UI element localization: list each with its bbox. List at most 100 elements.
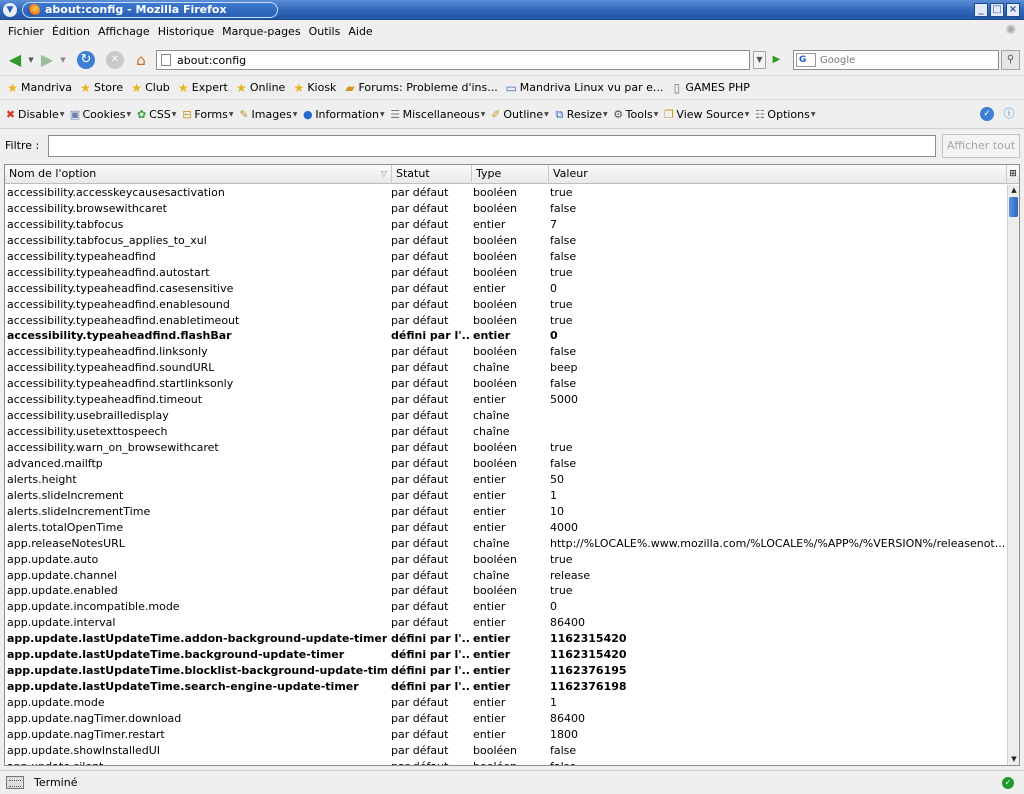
column-header-status[interactable]: Statut xyxy=(392,165,472,184)
url-history-dropdown-icon[interactable]: ▼ xyxy=(753,51,766,69)
table-row[interactable]: accessibility.typeaheadfind.soundURL par … xyxy=(5,360,1006,376)
table-row[interactable]: app.update.enabled par défaut booléen true xyxy=(5,583,1006,599)
table-row[interactable]: accessibility.typeaheadfind.enabletimeou… xyxy=(5,313,1006,329)
dev-information-menu[interactable]: ● Information ▼ xyxy=(301,108,385,121)
show-all-button[interactable]: Afficher tout xyxy=(942,134,1020,158)
table-row[interactable]: app.update.channel par défaut chaîne releas… xyxy=(5,568,1006,584)
dev-cookies-menu[interactable]: ▣ Cookies ▼ xyxy=(68,108,131,121)
table-row[interactable]: accessibility.typeaheadfind par défaut boo… xyxy=(5,249,1006,265)
table-row[interactable]: app.update.incompatible.mode par défaut en… xyxy=(5,599,1006,615)
table-row[interactable]: alerts.slideIncrement par défaut entier 1 xyxy=(5,488,1006,504)
dev-options-menu[interactable]: ☷ Options ▼ xyxy=(753,108,816,121)
column-picker-icon[interactable]: ⊞ xyxy=(1006,165,1019,184)
dev-miscellaneous-menu[interactable]: ☰ Miscellaneous ▼ xyxy=(389,108,485,121)
status-cell: par défaut xyxy=(391,520,449,534)
table-row[interactable]: app.releaseNotesURL par défaut chaîne http:… xyxy=(5,536,1006,552)
search-magnifier-icon[interactable]: ⚲ xyxy=(1001,50,1020,70)
table-row[interactable]: app.update.mode par défaut entier 1 xyxy=(5,695,1006,711)
filter-input[interactable] xyxy=(48,135,936,157)
menu-edition[interactable]: Édition xyxy=(48,25,94,38)
table-row[interactable]: accessibility.typeaheadfind.flashBar défi… xyxy=(5,328,1006,344)
vertical-scrollbar[interactable]: ▲ ▼ xyxy=(1007,185,1019,765)
column-header-name[interactable]: Nom de l'option ▽ xyxy=(5,165,392,184)
stop-icon[interactable]: ✕ xyxy=(106,51,124,69)
validation-check-icon[interactable]: ✓ xyxy=(980,107,994,121)
menu-aide[interactable]: Aide xyxy=(344,25,376,38)
table-row[interactable]: app.update.lastUpdateTime.background-upd… xyxy=(5,647,1006,663)
table-row[interactable]: accessibility.typeaheadfind.timeout par d… xyxy=(5,392,1006,408)
search-bar[interactable]: G xyxy=(793,50,999,70)
column-header-value[interactable]: Valeur xyxy=(549,165,1006,184)
dev-images-menu[interactable]: ✎ Images ▼ xyxy=(238,108,297,121)
table-row[interactable]: alerts.slideIncrementTime par défaut entie… xyxy=(5,504,1006,520)
back-arrow-icon[interactable]: ◀ xyxy=(6,51,24,69)
minimize-button[interactable]: _ xyxy=(974,3,988,17)
home-icon[interactable]: ⌂ xyxy=(132,51,150,69)
bookmark-forums[interactable]: ▰ Forums: Probleme d'ins... xyxy=(343,81,497,95)
table-row[interactable]: alerts.totalOpenTime par défaut entier 4000 xyxy=(5,520,1006,536)
table-row[interactable]: accessibility.warn_on_browsewithcaret par… xyxy=(5,440,1006,456)
bookmark-expert[interactable]: ★ Expert xyxy=(177,81,228,95)
search-input[interactable] xyxy=(820,52,994,68)
table-row[interactable]: accessibility.usebrailledisplay par défau… xyxy=(5,408,1006,424)
menu-outils[interactable]: Outils xyxy=(305,25,345,38)
table-row[interactable]: app.update.lastUpdateTime.search-engine-… xyxy=(5,679,1006,695)
forward-arrow-icon[interactable]: ▶ xyxy=(38,51,56,69)
table-row[interactable]: app.update.interval par défaut entier 86400 xyxy=(5,615,1006,631)
menu-historique[interactable]: Historique xyxy=(154,25,218,38)
table-row[interactable]: accessibility.usetexttospeech par défaut c… xyxy=(5,424,1006,440)
bookmark-games-php[interactable]: ▯ GAMES PHP xyxy=(670,81,750,95)
table-row[interactable]: accessibility.tabfocus par défaut entier 7 xyxy=(5,217,1006,233)
close-button[interactable]: × xyxy=(1006,3,1020,17)
table-row[interactable]: advanced.mailftp par défaut booléen false xyxy=(5,456,1006,472)
table-row[interactable]: accessibility.typeaheadfind.casesensitiv… xyxy=(5,281,1006,297)
back-history-dropdown-icon[interactable]: ▼ xyxy=(27,51,35,69)
bookmark-kiosk[interactable]: ★ Kiosk xyxy=(292,81,336,95)
forward-history-dropdown-icon[interactable]: ▼ xyxy=(59,51,67,69)
bookmark-mandriva[interactable]: ★ Mandriva xyxy=(6,81,72,95)
dev-disable-menu[interactable]: ✖ Disable ▼ xyxy=(4,108,65,121)
bookmark-mandriva-linux[interactable]: ▭ Mandriva Linux vu par e... xyxy=(505,81,664,95)
table-row[interactable]: accessibility.typeaheadfind.autostart par… xyxy=(5,265,1006,281)
dev-resize-menu[interactable]: ⧉ Resize ▼ xyxy=(553,108,607,122)
table-row[interactable]: app.update.silent par défaut booléen false xyxy=(5,759,1006,765)
table-row[interactable]: accessibility.typeaheadfind.startlinkson… xyxy=(5,376,1006,392)
type-cell: booléen xyxy=(473,584,518,598)
table-row[interactable]: alerts.height par défaut entier 50 xyxy=(5,472,1006,488)
address-bar[interactable] xyxy=(156,50,750,70)
table-row[interactable]: accessibility.typeaheadfind.linksonly par… xyxy=(5,344,1006,360)
table-row[interactable]: app.update.nagTimer.restart par défaut ent… xyxy=(5,727,1006,743)
dev-outline-menu[interactable]: ✐ Outline ▼ xyxy=(489,108,549,121)
type-cell: entier xyxy=(473,727,506,741)
scroll-up-icon[interactable]: ▲ xyxy=(1008,185,1019,196)
reload-icon[interactable]: ↻ xyxy=(77,51,95,69)
go-arrow-icon[interactable]: ▶ xyxy=(769,51,784,69)
table-row[interactable]: app.update.showInstalledUI par défaut bool… xyxy=(5,743,1006,759)
bookmark-store[interactable]: ★ Store xyxy=(79,81,123,95)
scroll-down-icon[interactable]: ▼ xyxy=(1008,754,1019,765)
scrollbar-thumb[interactable] xyxy=(1009,197,1018,217)
table-row[interactable]: app.update.nagTimer.download par défaut en… xyxy=(5,711,1006,727)
window-menu-icon[interactable]: ▼ xyxy=(3,3,17,17)
dev-tools-menu[interactable]: ⚙ Tools ▼ xyxy=(612,108,658,121)
url-input[interactable] xyxy=(177,52,737,68)
menu-fichier[interactable]: Fichier xyxy=(4,25,48,38)
maximize-button[interactable]: □ xyxy=(990,3,1004,17)
dev-forms-menu[interactable]: ⊟ Forms ▼ xyxy=(180,108,233,121)
dev-css-menu[interactable]: ✿ CSS ▼ xyxy=(135,108,176,121)
dev-view-source-menu[interactable]: ❐ View Source ▼ xyxy=(662,108,749,121)
table-row[interactable]: app.update.lastUpdateTime.blocklist-back… xyxy=(5,663,1006,679)
search-engine-selector[interactable]: G xyxy=(796,53,816,67)
table-row[interactable]: accessibility.tabfocus_applies_to_xul par… xyxy=(5,233,1006,249)
info-icon[interactable]: ⓘ xyxy=(1002,107,1016,121)
table-row[interactable]: app.update.lastUpdateTime.addon-backgrou… xyxy=(5,631,1006,647)
table-row[interactable]: accessibility.accesskeycausesactivation p… xyxy=(5,185,1006,201)
table-row[interactable]: accessibility.typeaheadfind.enablesound p… xyxy=(5,297,1006,313)
bookmark-club[interactable]: ★ Club xyxy=(130,81,170,95)
menu-marque-pages[interactable]: Marque-pages xyxy=(218,25,304,38)
column-header-type[interactable]: Type xyxy=(472,165,549,184)
bookmark-online[interactable]: ★ Online xyxy=(235,81,285,95)
table-row[interactable]: app.update.auto par défaut booléen true xyxy=(5,552,1006,568)
menu-affichage[interactable]: Affichage xyxy=(94,25,154,38)
table-row[interactable]: accessibility.browsewithcaret par défaut b… xyxy=(5,201,1006,217)
